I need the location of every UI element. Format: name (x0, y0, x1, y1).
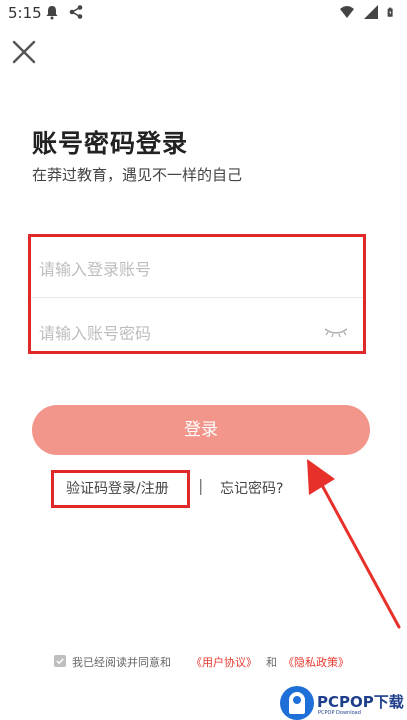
agreement-and: 和 (266, 656, 277, 669)
battery-icon (387, 7, 393, 17)
account-field (31, 239, 363, 299)
forgot-password-link[interactable]: 忘记密码? (220, 478, 283, 498)
close-icon[interactable] (10, 38, 38, 66)
agreement-text: 我已经阅读并同意和 (72, 656, 171, 669)
signal-icon (364, 5, 378, 19)
check-icon (56, 658, 64, 665)
watermark-subtext: PCPOP Download (318, 710, 361, 716)
page-title: 账号密码登录 (32, 129, 189, 158)
annotation-arrow-icon (307, 459, 401, 629)
page-subtitle: 在莽过教育，遇见不一样的自己 (32, 166, 243, 184)
status-bar: 5:15 (0, 0, 407, 26)
login-button[interactable]: 登录 (32, 405, 370, 455)
watermark: PCPOP下载 PCPOP Download (280, 686, 407, 720)
links-separator: | (198, 476, 204, 495)
eye-closed-icon[interactable] (323, 325, 349, 339)
notification-bell-icon (46, 6, 58, 20)
status-time: 5:15 (8, 4, 42, 22)
sms-login-link[interactable]: 验证码登录/注册 (66, 478, 169, 498)
watermark-text: PCPOP下载 (317, 693, 404, 711)
account-input[interactable] (37, 239, 321, 299)
password-field (31, 303, 363, 363)
share-icon (69, 5, 83, 19)
login-form (28, 234, 366, 363)
privacy-policy-link[interactable]: 《隐私政策》 (283, 654, 349, 670)
agreement-row: 我已经阅读并同意和 《用户协议》 和 《隐私政策》 (0, 652, 407, 676)
password-input[interactable] (37, 303, 321, 363)
wifi-icon (340, 6, 354, 18)
watermark-logo-icon (280, 686, 314, 720)
agreement-checkbox[interactable] (54, 655, 66, 667)
user-agreement-link[interactable]: 《用户协议》 (191, 654, 257, 670)
field-divider (31, 297, 363, 298)
